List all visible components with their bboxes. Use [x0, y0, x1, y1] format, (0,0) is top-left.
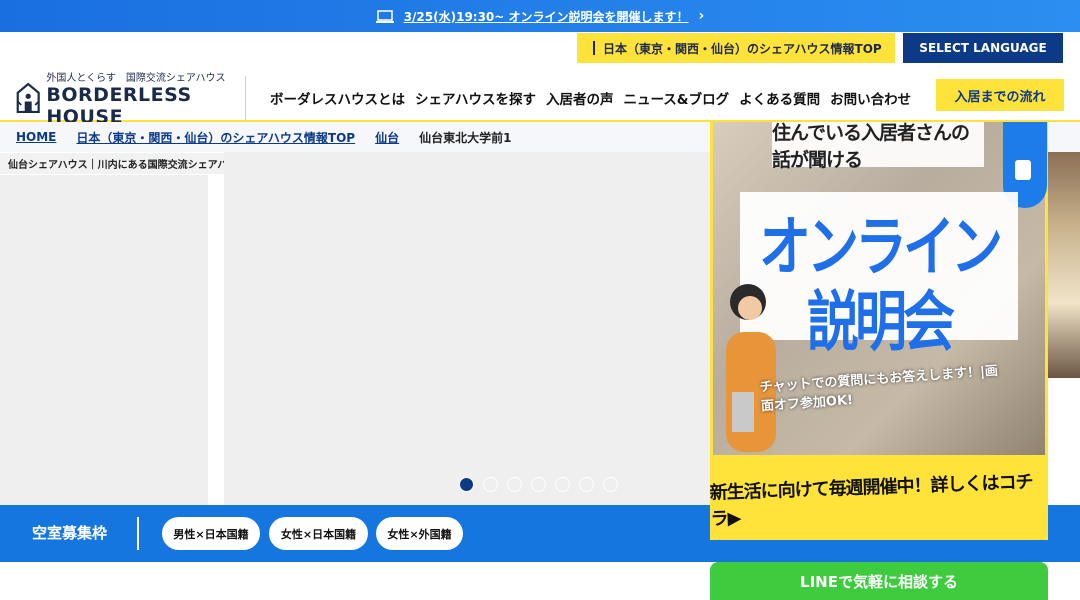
announcement-text[interactable]: 3/25(水)19:30~ オンライン説明会を開催します！: [404, 8, 689, 25]
nav-item-faq[interactable]: よくある質問: [739, 88, 820, 108]
logo-divider: [245, 76, 246, 120]
site-header: 外国人とくらす 国際交流シェアハウス BORDERLESS HOUSE ボーダレ…: [0, 66, 1080, 128]
vacancy-divider: [137, 517, 139, 550]
chevron-right-icon: ›: [698, 8, 705, 24]
nav-item-search[interactable]: シェアハウスを探す: [415, 88, 536, 108]
gallery-dot[interactable]: [555, 477, 570, 492]
gallery-dot[interactable]: [603, 477, 618, 492]
gallery-dot[interactable]: [507, 477, 522, 492]
gallery-main-image[interactable]: [224, 152, 710, 505]
online-briefing-banner[interactable]: 住んでいる入居者さんの話が聞ける オンライン説明会 チャットでの質問にもお答えし…: [710, 122, 1048, 540]
site-logo[interactable]: 外国人とくらす 国際交流シェアハウス BORDERLESS HOUSE: [16, 73, 246, 128]
filter-male-japanese[interactable]: 男性×日本国籍: [162, 517, 260, 550]
announcement-bar[interactable]: 3/25(水)19:30~ オンライン説明会を開催します！ ›: [0, 0, 1080, 32]
banner-bottom-text: 新生活に向けて毎週開催中！詳しくはコチラ▶: [710, 471, 1033, 530]
gallery-dot[interactable]: [459, 477, 474, 492]
move-in-flow-button[interactable]: 入居までの流れ: [936, 79, 1064, 111]
line-consult-button[interactable]: LINEで気軽に相談する: [710, 562, 1048, 600]
logo-name: BORDERLESS HOUSE: [46, 83, 192, 128]
gallery-next-image[interactable]: [1048, 152, 1080, 378]
nav-item-about[interactable]: ボーダレスハウスとは: [270, 88, 405, 108]
house-logo-icon: [16, 82, 40, 114]
gallery-dot[interactable]: [483, 477, 498, 492]
sub-nav: 日本（東京・関西・仙台）のシェアハウス情報TOP SELECT LANGUAGE: [0, 32, 1080, 66]
nav-item-voices[interactable]: 入居者の声: [546, 88, 614, 108]
breadcrumb: HOME 日本（東京・関西・仙台）のシェアハウス情報TOP 仙台 仙台東北大学前…: [16, 124, 511, 150]
gallery-dot[interactable]: [531, 477, 546, 492]
breadcrumb-sendai[interactable]: 仙台: [375, 129, 399, 146]
vacancy-title: 空室募集枠: [32, 524, 108, 542]
banner-header: 住んでいる入居者さんの話が聞ける: [772, 122, 984, 171]
main-nav: ボーダレスハウスとは シェアハウスを探す 入居者の声 ニュース&ブログ よくある…: [270, 88, 911, 108]
logo-tagline: 外国人とくらす 国際交流シェアハウス: [46, 72, 226, 84]
laptop-icon: [375, 9, 394, 23]
filter-female-japanese[interactable]: 女性×日本国籍: [269, 517, 368, 550]
filter-female-foreign[interactable]: 女性×外国籍: [376, 517, 463, 550]
nav-item-contact[interactable]: お問い合わせ: [830, 88, 911, 108]
gallery-dot[interactable]: [579, 477, 594, 492]
nav-item-news[interactable]: ニュース&ブログ: [623, 88, 729, 108]
japan-top-button[interactable]: 日本（東京・関西・仙台）のシェアハウス情報TOP: [577, 33, 895, 63]
gallery-prev-image[interactable]: [0, 175, 208, 505]
breadcrumb-current: 仙台東北大学前1: [419, 130, 512, 145]
gallery-dots: [459, 477, 618, 492]
person-illustration: [726, 284, 776, 452]
breadcrumb-japan[interactable]: 日本（東京・関西・仙台）のシェアハウス情報TOP: [76, 129, 355, 146]
select-language-button[interactable]: SELECT LANGUAGE: [903, 33, 1063, 63]
breadcrumb-home[interactable]: HOME: [16, 130, 56, 144]
